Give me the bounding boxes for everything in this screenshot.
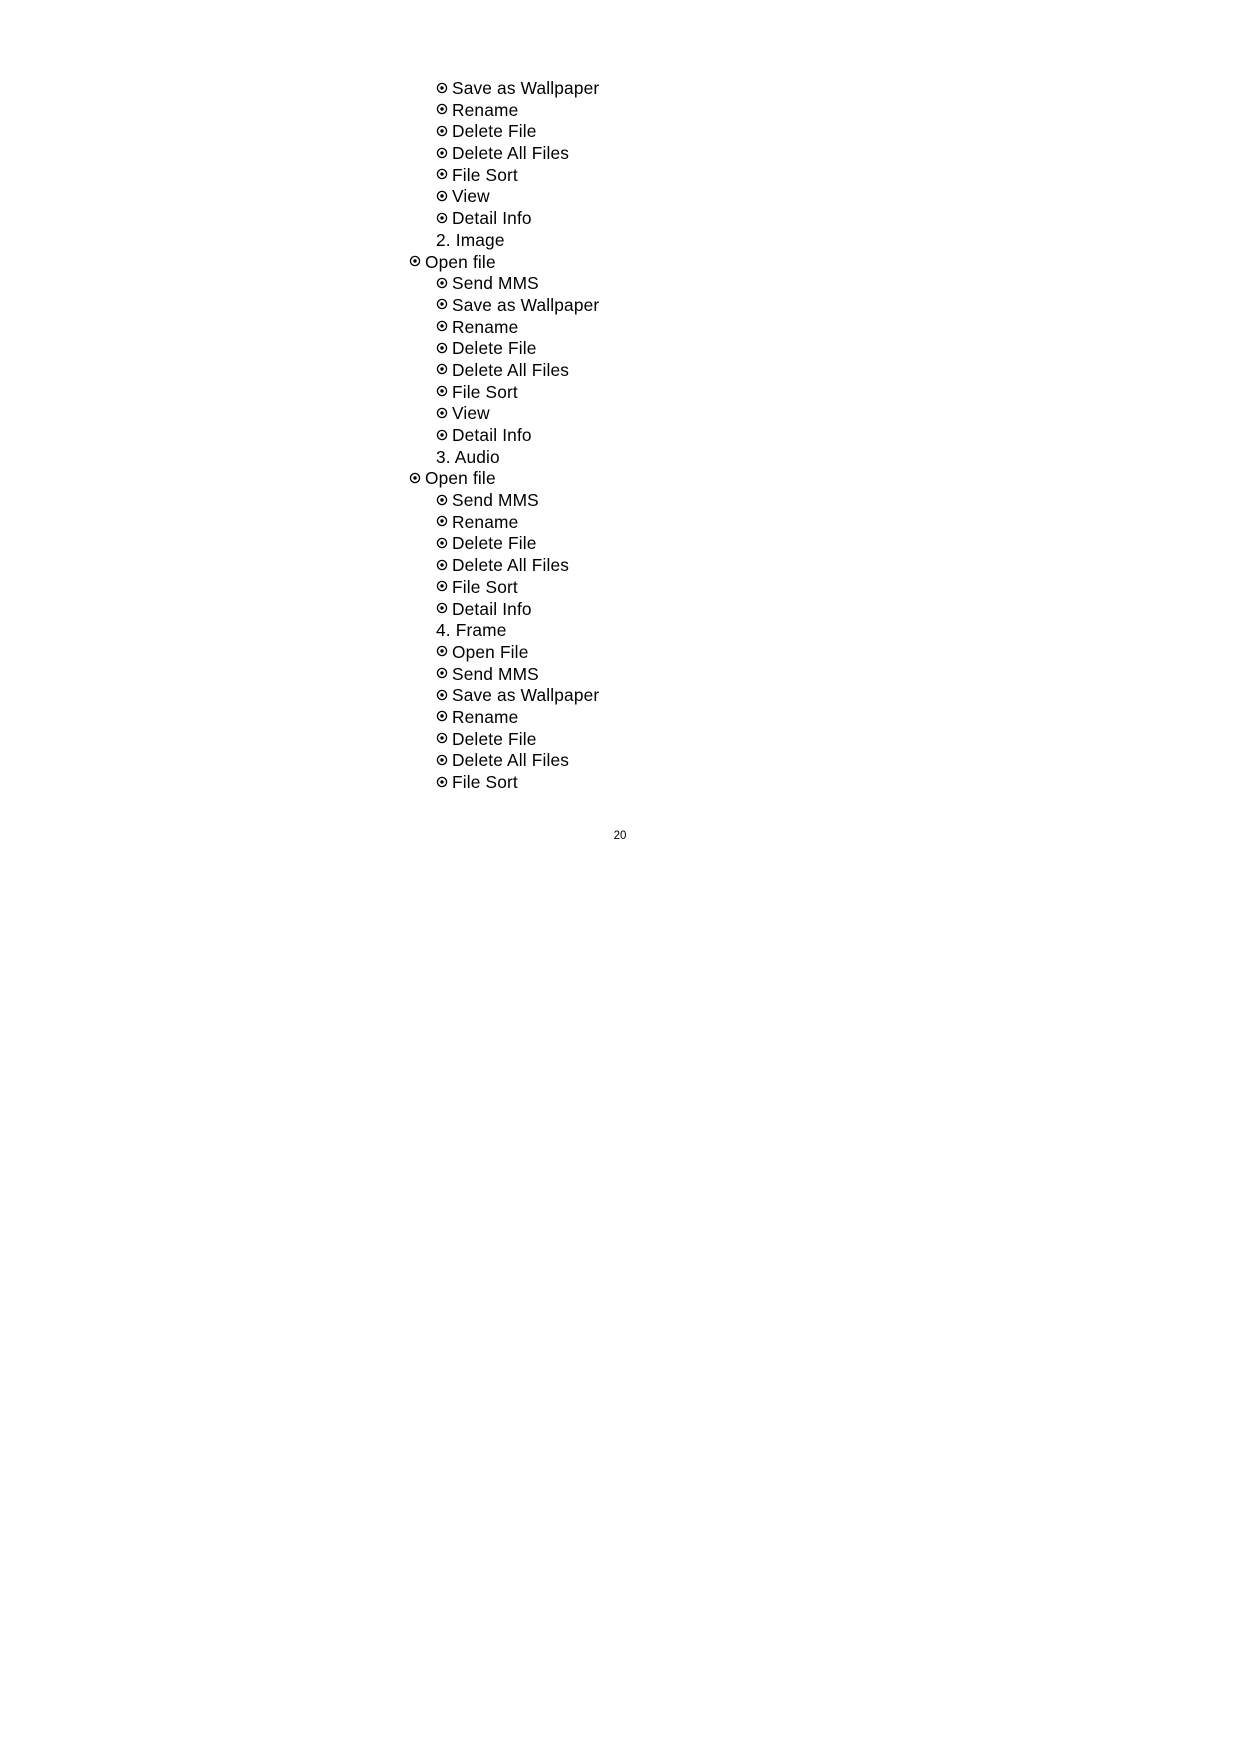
outline-item: Delete File <box>0 338 1240 360</box>
outline-item-label: Delete File <box>452 533 537 554</box>
outline-item-label: Rename <box>452 99 519 120</box>
circled-dot-bullet-icon <box>436 147 450 159</box>
outline-item: Send MMS <box>0 490 1240 512</box>
outline-item: Rename <box>0 707 1240 729</box>
outline-item: View <box>0 403 1240 425</box>
circled-dot-bullet-icon <box>436 429 450 441</box>
circled-dot-bullet-icon <box>436 125 450 137</box>
circled-dot-bullet-icon <box>436 689 450 701</box>
circled-dot-bullet-icon <box>436 710 450 722</box>
outline-item-label: Save as Wallpaper <box>452 294 600 315</box>
circled-dot-bullet-icon <box>436 385 450 397</box>
outline-item: File Sort <box>0 577 1240 599</box>
outline-heading: 4. Frame <box>0 620 1240 642</box>
outline-item: Delete File <box>0 121 1240 143</box>
outline-heading: 3. Audio <box>0 447 1240 469</box>
outline-item-label: File Sort <box>452 381 518 402</box>
outline-item-label: Save as Wallpaper <box>452 78 600 98</box>
outline-item: File Sort <box>0 772 1240 794</box>
circled-dot-bullet-icon <box>436 515 450 527</box>
outline-item: Detail Info <box>0 425 1240 447</box>
outline-item-label: View <box>452 186 490 207</box>
outline-item-label: Rename <box>452 316 519 337</box>
outline-list: Save as Wallpaper Rename Delete File Delete… <box>0 78 1240 794</box>
circled-dot-bullet-icon <box>436 212 450 224</box>
circled-dot-bullet-icon <box>436 320 450 332</box>
outline-item: File Sort <box>0 382 1240 404</box>
outline-item-label: Send MMS <box>452 663 539 684</box>
outline-item: Send MMS <box>0 273 1240 295</box>
outline-item: Delete All Files <box>0 143 1240 165</box>
circled-dot-bullet-icon <box>436 754 450 766</box>
circled-dot-bullet-icon <box>436 602 450 614</box>
circled-dot-bullet-icon <box>436 776 450 788</box>
outline-item-label: Rename <box>452 706 519 727</box>
outline-item-label: Send MMS <box>452 273 539 294</box>
outline-item-label: Detail Info <box>452 425 532 445</box>
outline-item-label: Delete All Files <box>452 143 570 164</box>
outline-heading-label: 4. Frame <box>436 620 507 641</box>
outline-item: Save as Wallpaper <box>0 295 1240 317</box>
outline-item: Rename <box>0 100 1240 122</box>
outline-heading-label: 3. Audio <box>436 446 500 467</box>
outline-item: Rename <box>0 512 1240 534</box>
circled-dot-bullet-icon <box>436 363 450 375</box>
outline-item: Open file <box>0 468 1240 490</box>
circled-dot-bullet-icon <box>436 645 450 657</box>
outline-item: View <box>0 186 1240 208</box>
circled-dot-bullet-icon <box>436 559 450 571</box>
outline-item-label: File Sort <box>452 772 518 792</box>
outline-item: Save as Wallpaper <box>0 78 1240 100</box>
outline-item: Delete All Files <box>0 750 1240 772</box>
outline-item-label: File Sort <box>452 164 518 185</box>
circled-dot-bullet-icon <box>436 732 450 744</box>
outline-item: Delete All Files <box>0 360 1240 382</box>
outline-item-label: File Sort <box>452 576 518 597</box>
outline-item-label: Rename <box>452 511 519 532</box>
outline-item-label: Open file <box>425 251 496 272</box>
outline-item-label: Detail Info <box>452 208 532 229</box>
outline-item-label: Delete File <box>452 121 537 142</box>
outline-item-label: View <box>452 403 490 424</box>
outline-item-label: Send MMS <box>452 490 539 511</box>
circled-dot-bullet-icon <box>436 667 450 679</box>
circled-dot-bullet-icon <box>436 277 450 289</box>
outline-heading: 2. Image <box>0 230 1240 252</box>
circled-dot-bullet-icon <box>436 537 450 549</box>
page-number: 20 <box>613 830 627 842</box>
circled-dot-bullet-icon <box>436 407 450 419</box>
circled-dot-bullet-icon <box>436 103 450 115</box>
circled-dot-bullet-icon <box>436 190 450 202</box>
outline-item: Delete All Files <box>0 555 1240 577</box>
circled-dot-bullet-icon <box>436 168 450 180</box>
outline-item-label: Open File <box>452 641 529 662</box>
outline-item-label: Delete File <box>452 728 537 749</box>
outline-item-label: Detail Info <box>452 598 532 619</box>
circled-dot-bullet-icon <box>409 472 423 484</box>
circled-dot-bullet-icon <box>409 255 423 267</box>
outline-item: Open File <box>0 642 1240 664</box>
circled-dot-bullet-icon <box>436 342 450 354</box>
outline-item: Rename <box>0 317 1240 339</box>
document-page: Save as Wallpaper Rename Delete File Delete… <box>0 0 1240 1755</box>
outline-item: Delete File <box>0 533 1240 555</box>
outline-item-label: Delete All Files <box>452 359 570 380</box>
outline-item-label: Save as Wallpaper <box>452 685 600 706</box>
circled-dot-bullet-icon <box>436 298 450 310</box>
outline-item: Open file <box>0 252 1240 274</box>
outline-heading-label: 2. Image <box>436 229 505 250</box>
outline-item: File Sort <box>0 165 1240 187</box>
outline-item: Send MMS <box>0 664 1240 686</box>
outline-item: Save as Wallpaper <box>0 685 1240 707</box>
outline-item: Detail Info <box>0 208 1240 230</box>
outline-item: Detail Info <box>0 599 1240 621</box>
outline-item-label: Delete All Files <box>452 555 570 576</box>
outline-item-label: Delete File <box>452 338 537 359</box>
outline-item: Delete File <box>0 729 1240 751</box>
circled-dot-bullet-icon <box>436 82 450 94</box>
circled-dot-bullet-icon <box>436 580 450 592</box>
circled-dot-bullet-icon <box>436 494 450 506</box>
outline-item-label: Delete All Files <box>452 750 570 771</box>
outline-item-label: Open file <box>425 468 496 489</box>
